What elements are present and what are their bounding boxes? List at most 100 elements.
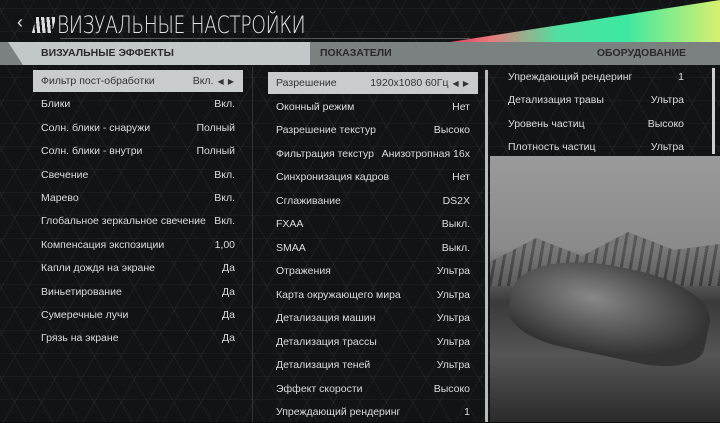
setting-value: Вкл. [192, 75, 214, 87]
setting-row[interactable]: Сглаживание DS2X [268, 190, 478, 212]
setting-row[interactable]: Фильтр пост-обработки Вкл. ◀ ▶ [33, 70, 243, 92]
tab-hardware[interactable]: ОБОРУДОВАНИЕ [597, 42, 686, 65]
setting-value-group: Полный [197, 122, 236, 134]
preview-image [490, 156, 720, 422]
back-icon[interactable]: ‹ [17, 12, 23, 33]
setting-row[interactable]: Оконный режим Нет [268, 96, 478, 118]
setting-value-group: Ультра [437, 336, 470, 348]
setting-row[interactable]: Капли дождя на экране Да [33, 257, 243, 279]
setting-value: 1 [464, 406, 470, 418]
setting-row[interactable]: Солн. блики - внутри Полный [33, 140, 243, 162]
setting-row[interactable]: Упреждающий рендеринг 1 [500, 66, 692, 88]
left-right-arrows-icon[interactable]: ◀ ▶ [217, 77, 235, 86]
setting-value: 1920x1080 60Гц [370, 77, 449, 89]
setting-row[interactable]: Детализация теней Ультра [268, 354, 478, 376]
setting-label: Фильтрация текстур [276, 147, 374, 160]
setting-value: Да [222, 309, 235, 321]
setting-label: Виньетирование [41, 285, 122, 298]
setting-row[interactable]: Детализация травы Ультра [500, 89, 692, 111]
setting-value-group: Да [222, 262, 235, 274]
setting-label: Разрешение [276, 77, 337, 89]
setting-label: Сглаживание [276, 194, 341, 207]
setting-row[interactable]: Плотность частиц Ультра [500, 136, 692, 158]
setting-label: Солн. блики - внутри [41, 145, 143, 158]
setting-label: Капли дождя на экране [41, 262, 155, 275]
setting-row[interactable]: FXAA Выкл. [268, 213, 478, 235]
setting-value: Вкл. [214, 215, 235, 228]
setting-value: Ультра [650, 94, 684, 107]
setting-value: Выкл. [441, 241, 470, 254]
setting-label: Плотность частиц [508, 141, 596, 154]
setting-value: Высоко [433, 382, 470, 395]
setting-row[interactable]: Разрешение текстур Высоко [268, 119, 478, 141]
setting-row[interactable]: Марево Вкл. [33, 187, 243, 209]
setting-value: 1 [678, 71, 684, 83]
setting-value-group: 1 [464, 406, 470, 418]
logo-icon [31, 17, 57, 33]
setting-row[interactable]: Фильтрация текстур Анизотропная 16x [268, 143, 478, 165]
setting-row[interactable]: Карта окружающего мира Ультра [268, 284, 478, 306]
page-title: ВИЗУАЛЬНЫЕ НАСТРОЙКИ [57, 11, 306, 39]
tab-performance[interactable]: ПОКАЗАТЕЛИ [320, 42, 392, 65]
setting-value: Да [222, 332, 235, 345]
setting-value: Высоко [647, 117, 684, 130]
setting-value: Ультра [436, 335, 470, 348]
setting-label: FXAA [276, 218, 304, 230]
setting-value: Да [222, 262, 235, 275]
setting-label: SMAA [276, 241, 306, 254]
setting-value-group: 1920x1080 60Гц ◀ ▶ [370, 77, 470, 89]
setting-row[interactable]: Блики Вкл. [33, 93, 243, 115]
divider [252, 66, 253, 422]
setting-value: Вкл. [214, 192, 235, 204]
setting-value-group: Да [222, 286, 235, 298]
setting-row[interactable]: Глобальное зеркальное свечение Вкл. [33, 210, 243, 232]
setting-row[interactable]: Сумеречные лучи Да [33, 304, 243, 326]
setting-row[interactable]: SMAA Выкл. [268, 237, 478, 259]
setting-label: Фильтр пост-обработки [41, 75, 155, 87]
scrollbar[interactable] [712, 68, 715, 154]
setting-row[interactable]: Солн. блики - снаружи Полный [33, 117, 243, 139]
setting-row[interactable]: Виньетирование Да [33, 281, 243, 303]
setting-value-group: Да [222, 309, 235, 321]
setting-value-group: Вкл. [214, 169, 235, 181]
setting-value-group: Нет [452, 171, 470, 183]
setting-row[interactable]: Детализация машин Ультра [268, 307, 478, 329]
setting-value-group: Высоко [648, 118, 684, 130]
setting-row[interactable]: Эффект скорости Высоко [268, 378, 478, 400]
setting-value: Нет [452, 171, 470, 183]
setting-value-group: Ультра [651, 94, 684, 106]
scrollbar[interactable] [485, 70, 488, 422]
setting-value-group: Ультра [437, 265, 470, 277]
tab-visual-effects[interactable]: ВИЗУАЛЬНЫЕ ЭФФЕКТЫ [8, 42, 310, 65]
setting-row[interactable]: Синхронизация кадров Нет [268, 166, 478, 188]
setting-label: Солн. блики - снаружи [41, 121, 151, 134]
setting-row[interactable]: Разрешение 1920x1080 60Гц ◀ ▶ [268, 72, 478, 94]
setting-value: Ультра [436, 312, 470, 324]
setting-label: Компенсация экспозиции [41, 238, 165, 251]
setting-label: Разрешение текстур [276, 124, 376, 136]
setting-label: Сумеречные лучи [41, 309, 129, 321]
setting-value: Ультра [436, 265, 470, 277]
setting-row[interactable]: Компенсация экспозиции 1,00 [33, 234, 243, 256]
setting-row[interactable]: Упреждающий рендеринг 1 [268, 401, 478, 423]
setting-value-group: 1 [678, 71, 684, 83]
setting-label: Уровень частиц [508, 117, 585, 130]
setting-value-group: Полный [197, 145, 236, 157]
setting-value: Ультра [650, 141, 684, 154]
setting-row[interactable]: Свечение Вкл. [33, 164, 243, 186]
setting-row[interactable]: Грязь на экране Да [33, 327, 243, 349]
setting-value-group: Вкл. [214, 98, 235, 110]
setting-label: Грязь на экране [41, 332, 119, 345]
setting-value: Да [222, 285, 235, 298]
setting-value-group: Выкл. [442, 242, 470, 254]
setting-row[interactable]: Уровень частиц Высоко [500, 113, 692, 135]
setting-value-group: Ультра [437, 312, 470, 324]
setting-row[interactable]: Отражения Ультра [268, 260, 478, 282]
setting-label: Детализация травы [508, 94, 604, 107]
setting-value-group: Да [222, 332, 235, 344]
left-right-arrows-icon[interactable]: ◀ ▶ [452, 79, 470, 88]
setting-label: Упреждающий рендеринг [508, 71, 633, 83]
setting-label: Детализация машин [276, 312, 376, 324]
setting-value-group: Высоко [434, 124, 470, 136]
setting-row[interactable]: Детализация трассы Ультра [268, 331, 478, 353]
